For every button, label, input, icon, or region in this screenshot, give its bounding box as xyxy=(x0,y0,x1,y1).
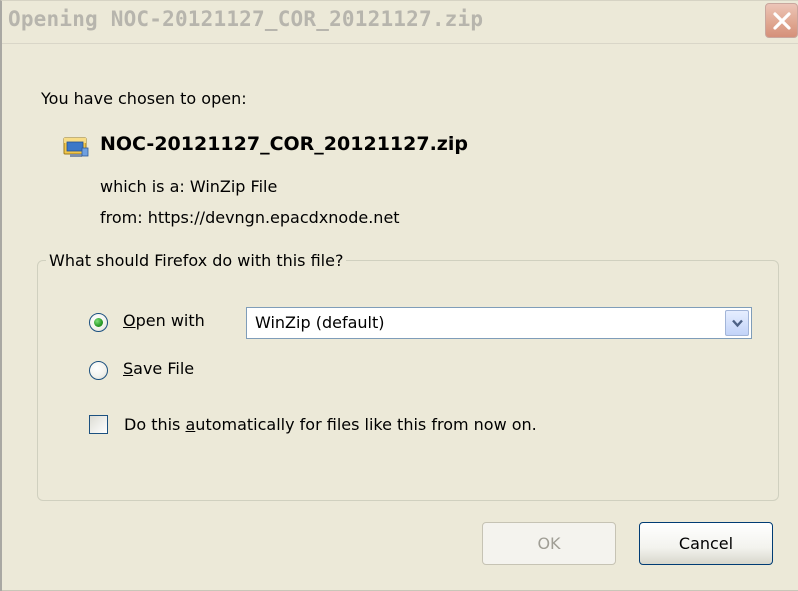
application-select[interactable]: WinZip (default) xyxy=(246,307,752,339)
open-with-radio[interactable] xyxy=(89,313,108,332)
chevron-down-icon xyxy=(732,319,743,328)
ok-button[interactable]: OK xyxy=(482,522,616,565)
auto-action-checkbox[interactable] xyxy=(89,415,108,434)
radio-selected-dot xyxy=(94,318,103,327)
file-name: NOC-20121127_COR_20121127.zip xyxy=(100,133,468,155)
cancel-button[interactable]: Cancel xyxy=(639,522,773,565)
title-bar[interactable]: Opening NOC-20121127_COR_20121127.zip xyxy=(2,1,798,44)
auto-action-label[interactable]: Do this automatically for files like thi… xyxy=(124,415,537,434)
save-file-radio[interactable] xyxy=(89,361,108,380)
window-title: Opening NOC-20121127_COR_20121127.zip xyxy=(8,7,484,31)
download-dialog: Opening NOC-20121127_COR_20121127.zip Yo… xyxy=(0,0,798,591)
intro-label: You have chosen to open: xyxy=(41,89,247,108)
application-select-value: WinZip (default) xyxy=(255,313,385,332)
open-with-label[interactable]: Open with xyxy=(123,311,205,330)
file-type-row: which is a: WinZip File xyxy=(100,177,278,196)
save-file-label[interactable]: Save File xyxy=(123,359,194,378)
zip-archive-icon xyxy=(63,137,89,157)
close-icon xyxy=(773,12,791,30)
dropdown-button[interactable] xyxy=(725,310,749,336)
close-button[interactable] xyxy=(765,3,798,38)
file-source-row: from: https://devngn.epacdxnode.net xyxy=(100,208,400,227)
group-legend: What should Firefox do with this file? xyxy=(49,251,344,270)
